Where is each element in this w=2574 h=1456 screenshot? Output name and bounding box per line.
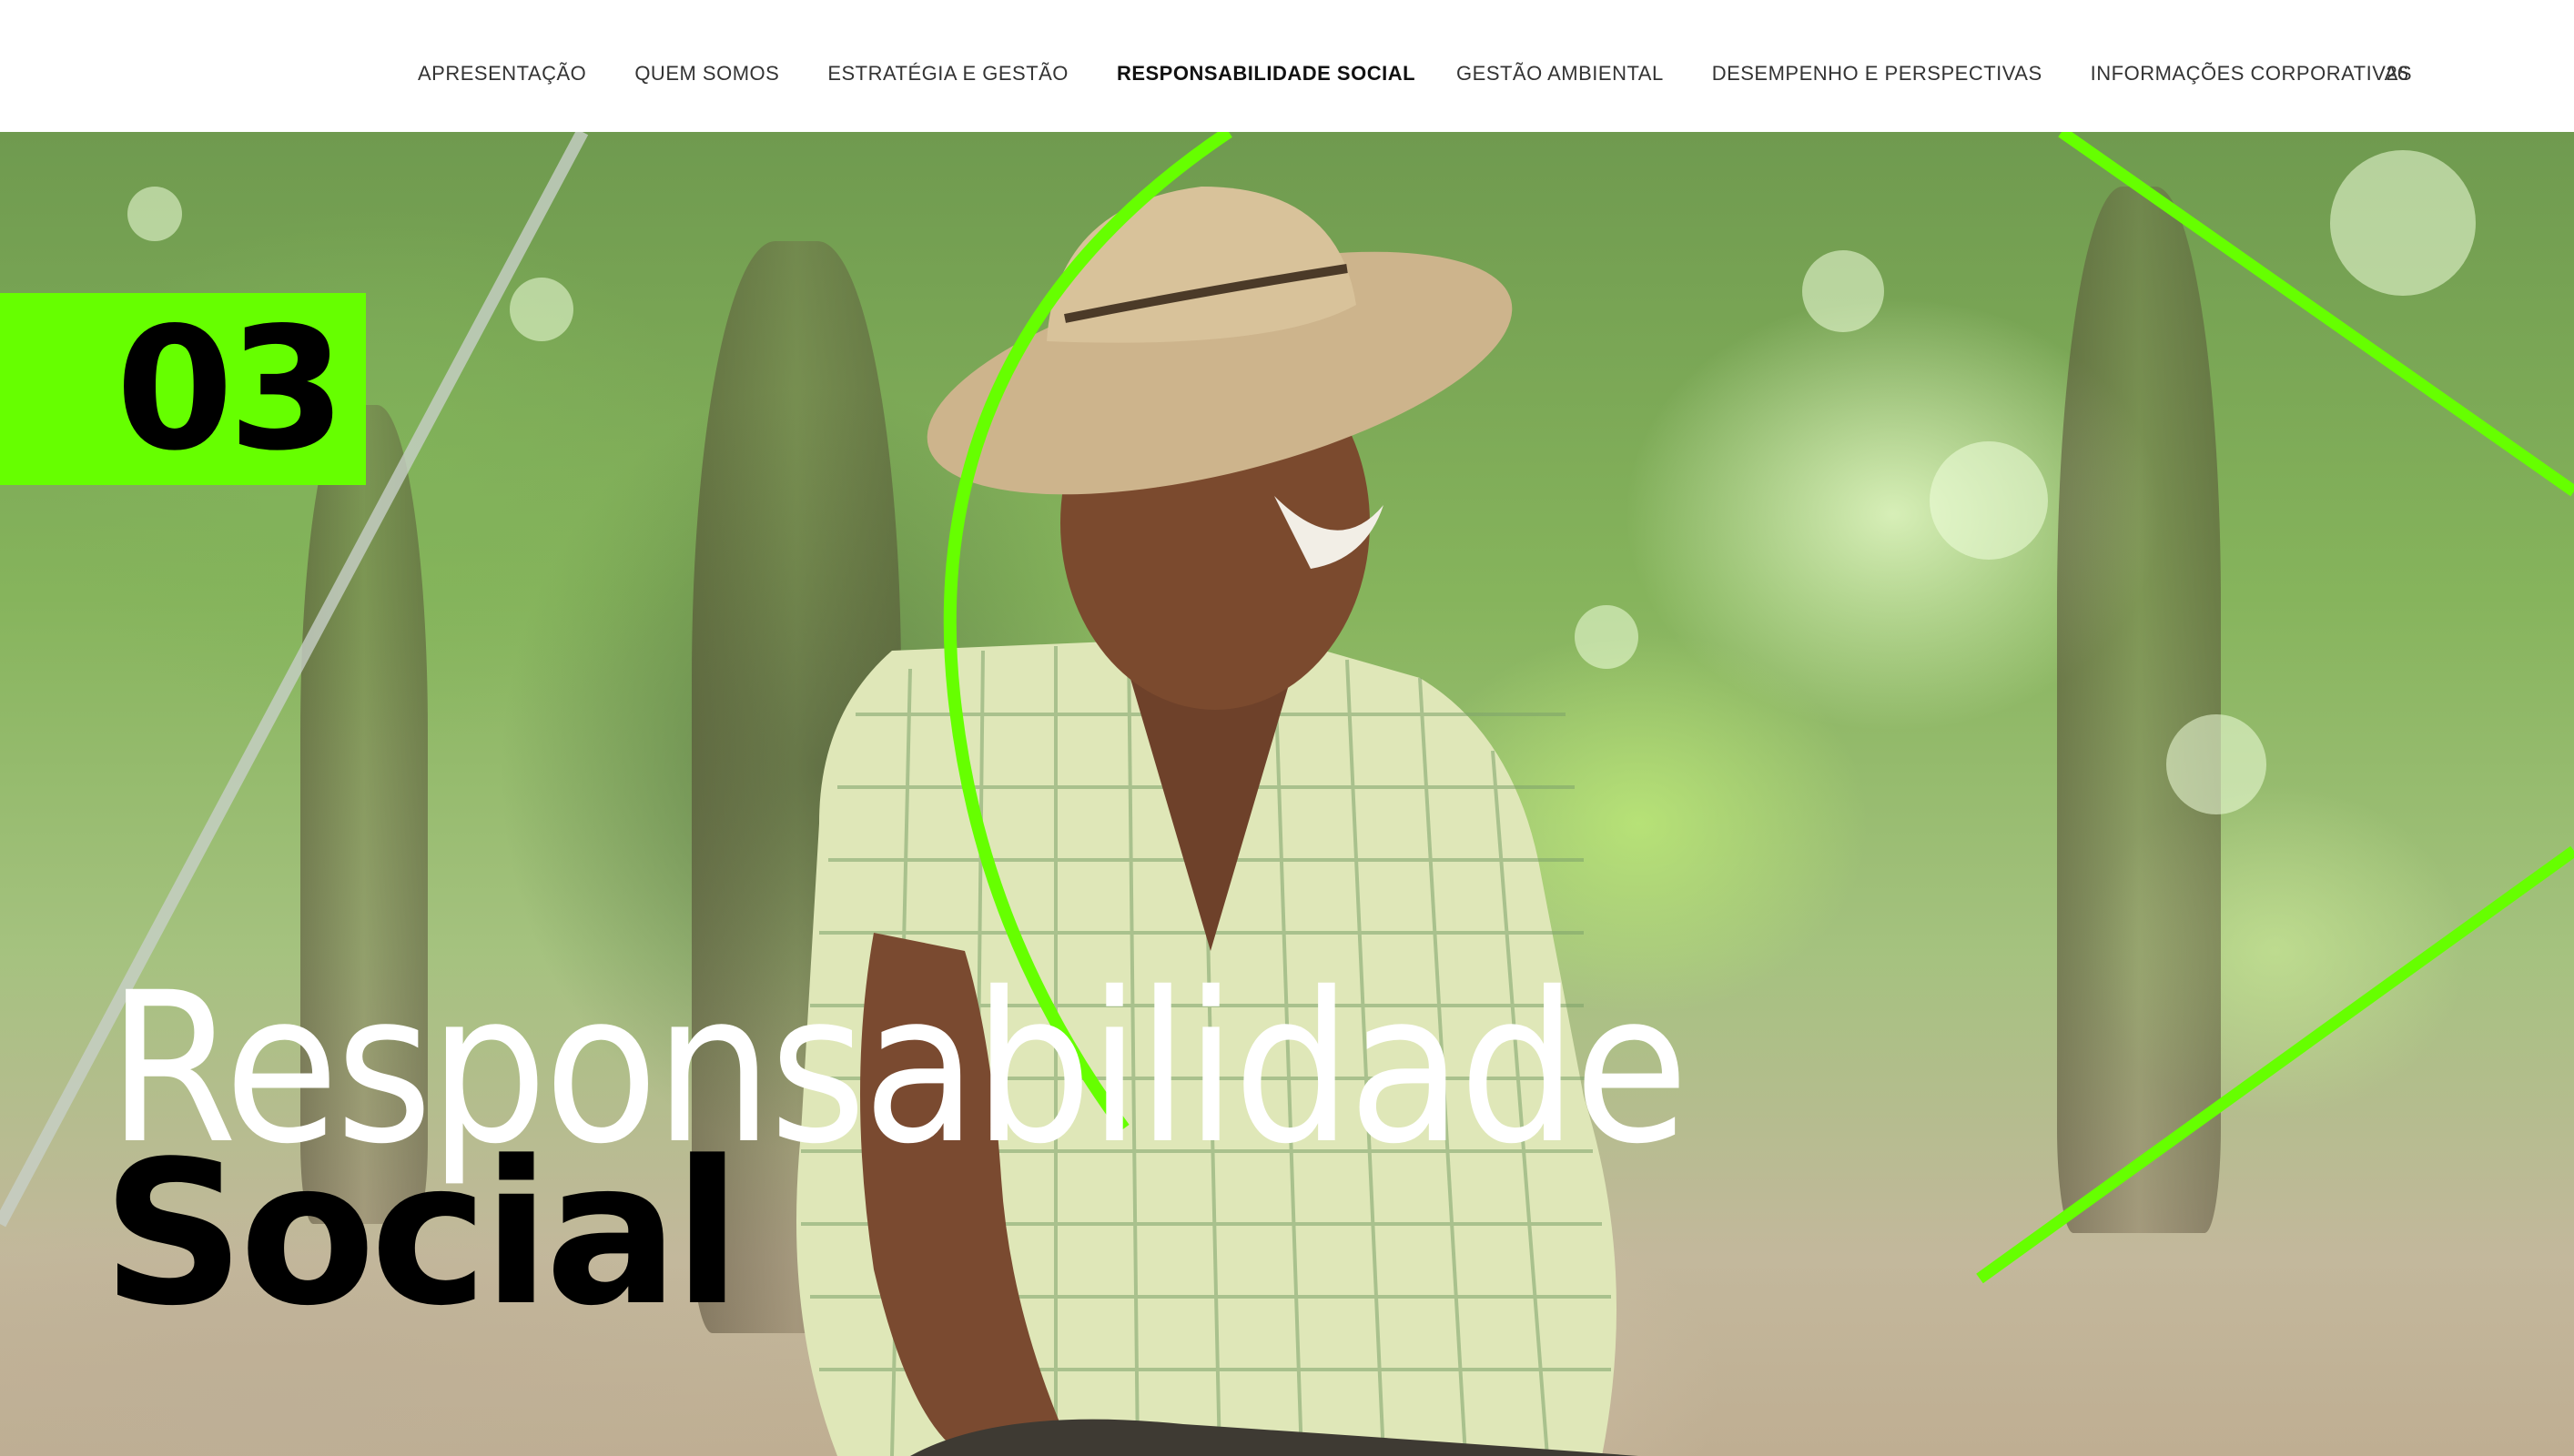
nav-item-responsabilidade-social[interactable]: RESPONSABILIDADE SOCIAL (1117, 63, 1415, 84)
nav-item-desempenho-e-perspectivas[interactable]: DESEMPENHO E PERSPECTIVAS (1712, 63, 2042, 84)
page: APRESENTAÇÃO QUEM SOMOS ESTRATÉGIA E GES… (0, 0, 2574, 1456)
nav-item-informacoes-corporativas[interactable]: INFORMAÇÕES CORPORATIVAS (2091, 63, 2412, 84)
top-navigation: APRESENTAÇÃO QUEM SOMOS ESTRATÉGIA E GES… (0, 0, 2574, 132)
page-number: 26 (2386, 61, 2408, 85)
section-title-bold: Social (102, 1119, 742, 1350)
section-number: 03 (116, 290, 346, 488)
nav-item-apresentacao[interactable]: APRESENTAÇÃO (418, 63, 586, 84)
nav-item-gestao-ambiental[interactable]: GESTÃO AMBIENTAL (1456, 63, 1664, 84)
nav-item-estrategia-e-gestao[interactable]: ESTRATÉGIA E GESTÃO (827, 63, 1069, 84)
nav-menu: APRESENTAÇÃO QUEM SOMOS ESTRATÉGIA E GES… (418, 0, 2460, 147)
section-number-badge: 03 (0, 293, 366, 485)
nav-item-quem-somos[interactable]: QUEM SOMOS (634, 63, 779, 84)
